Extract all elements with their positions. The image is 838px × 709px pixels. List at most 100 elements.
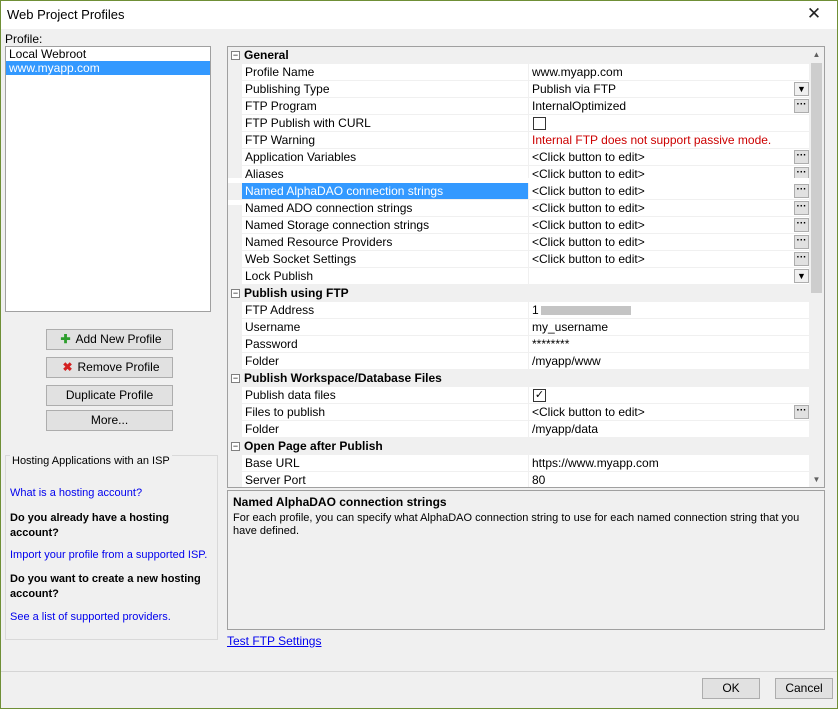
more-button[interactable]: More... [46,410,173,431]
description-title: Named AlphaDAO connection strings [233,495,447,509]
grid-row-data-files[interactable]: Publish data files ✓ [228,387,810,404]
value-text: <Click button to edit> [532,201,645,215]
scroll-thumb[interactable] [811,63,822,293]
value-text: <Click button to edit> [532,150,645,164]
row-value[interactable]: /myapp/data [528,421,810,438]
grid-row-storage[interactable]: Named Storage connection strings <Click … [228,217,810,234]
row-value[interactable]: <Click button to edit> ··· [528,251,810,268]
grid-row-aliases[interactable]: Aliases <Click button to edit> ··· [228,166,810,183]
ellipsis-button[interactable]: ··· [794,184,809,198]
row-name: Profile Name [242,64,528,81]
ellipsis-button[interactable]: ··· [794,218,809,232]
row-value[interactable]: 1 [528,302,810,319]
row-value[interactable]: <Click button to edit> ··· [528,149,810,166]
warning-text: Internal FTP does not support passive mo… [528,132,810,149]
grid-row-resource[interactable]: Named Resource Providers <Click button t… [228,234,810,251]
description-panel: Named AlphaDAO connection strings For ea… [227,490,825,630]
ellipsis-button[interactable]: ··· [794,167,809,181]
profile-item-local[interactable]: Local Webroot [6,47,210,61]
add-profile-button[interactable]: ✚ Add New Profile [46,329,173,350]
row-value[interactable]: ******** [528,336,810,353]
row-name: FTP Warning [242,132,528,149]
grid-row-alphadao[interactable]: Named AlphaDAO connection strings <Click… [228,183,810,200]
chevron-down-icon[interactable]: ▼ [794,269,809,283]
row-value[interactable]: <Click button to edit> ··· [528,183,810,200]
row-value[interactable]: www.myapp.com [528,64,810,81]
cancel-button[interactable]: Cancel [775,678,833,699]
row-name: Files to publish [242,404,528,421]
grid-row-ftp-warning: FTP Warning Internal FTP does not suppor… [228,132,810,149]
profile-item-myapp[interactable]: www.myapp.com [6,61,210,75]
row-value[interactable]: my_username [528,319,810,336]
ellipsis-button[interactable]: ··· [794,252,809,266]
delete-x-icon: ✖ [62,360,73,374]
collapse-icon[interactable]: − [231,374,240,383]
ellipsis-button[interactable]: ··· [794,235,809,249]
grid-row-websocket[interactable]: Web Socket Settings <Click button to edi… [228,251,810,268]
supported-providers-link[interactable]: See a list of supported providers. [10,611,171,623]
row-value[interactable]: <Click button to edit> ··· [528,217,810,234]
what-is-hosting-link[interactable]: What is a hosting account? [10,487,142,499]
grid-row-publishing-type[interactable]: Publishing Type Publish via FTP ▼ [228,81,810,98]
curl-checkbox[interactable] [533,117,546,130]
row-value-dropdown[interactable]: ▼ [528,268,810,285]
grid-row-password[interactable]: Password ******** [228,336,810,353]
ellipsis-button[interactable]: ··· [794,201,809,215]
row-value[interactable]: ✓ [528,387,810,404]
description-text: For each profile, you can specify what A… [233,512,800,537]
profile-label: Profile: [5,32,43,46]
duplicate-profile-button[interactable]: Duplicate Profile [46,385,173,406]
row-name: Lock Publish [242,268,528,285]
chevron-down-icon[interactable]: ▼ [794,82,809,96]
grid-row-ftp-curl[interactable]: FTP Publish with CURL [228,115,810,132]
ellipsis-button[interactable]: ··· [794,405,809,419]
row-value[interactable] [528,115,810,132]
ok-button[interactable]: OK [702,678,760,699]
value-text: <Click button to edit> [532,218,645,232]
row-value[interactable]: /myapp/www [528,353,810,370]
row-value[interactable]: <Click button to edit> ··· [528,166,810,183]
grid-row-lock-publish[interactable]: Lock Publish ▼ [228,268,810,285]
grid-row-server-port[interactable]: Server Port 80 [228,472,810,487]
ellipsis-button[interactable]: ··· [794,150,809,164]
grid-row-data-folder[interactable]: Folder /myapp/data [228,421,810,438]
test-ftp-link[interactable]: Test FTP Settings [227,634,321,648]
grid-row-ado[interactable]: Named ADO connection strings <Click butt… [228,200,810,217]
category-general[interactable]: − General [228,47,810,64]
grid-row-ftp-address[interactable]: FTP Address 1 [228,302,810,319]
row-name: FTP Address [242,302,528,319]
blurred-address [540,306,631,316]
grid-row-profile-name[interactable]: Profile Name www.myapp.com [228,64,810,81]
row-value[interactable]: <Click button to edit> ··· [528,234,810,251]
grid-row-app-vars[interactable]: Application Variables <Click button to e… [228,149,810,166]
grid-row-ftp-folder[interactable]: Folder /myapp/www [228,353,810,370]
scroll-down-icon[interactable]: ▼ [809,472,824,487]
collapse-icon[interactable]: − [231,442,240,451]
remove-profile-button[interactable]: ✖ Remove Profile [46,357,173,378]
grid-scrollbar[interactable]: ▲ ▼ [809,47,824,487]
category-ftp[interactable]: − Publish using FTP [228,285,810,302]
row-value[interactable]: InternalOptimized ··· [528,98,810,115]
grid-row-username[interactable]: Username my_username [228,319,810,336]
import-profile-link[interactable]: Import your profile from a supported ISP… [10,549,207,561]
row-name: Folder [242,353,528,370]
row-value[interactable]: https://www.myapp.com [528,455,810,472]
property-grid[interactable]: − General Profile Name www.myapp.com Pub… [227,46,825,488]
ellipsis-button[interactable]: ··· [794,99,809,113]
grid-row-files-to-publish[interactable]: Files to publish <Click button to edit> ·… [228,404,810,421]
category-open-page[interactable]: − Open Page after Publish [228,438,810,455]
row-value[interactable]: 80 [528,472,810,487]
row-value[interactable]: <Click button to edit> ··· [528,404,810,421]
row-value-dropdown[interactable]: Publish via FTP ▼ [528,81,810,98]
category-workspace[interactable]: − Publish Workspace/Database Files [228,370,810,387]
grid-row-base-url[interactable]: Base URL https://www.myapp.com [228,455,810,472]
scroll-up-icon[interactable]: ▲ [809,47,824,62]
profile-list[interactable]: Local Webroot www.myapp.com [5,46,211,312]
data-files-checkbox[interactable]: ✓ [533,389,546,402]
close-icon[interactable]: ✕ [797,3,831,25]
grid-row-ftp-program[interactable]: FTP Program InternalOptimized ··· [228,98,810,115]
row-value[interactable]: <Click button to edit> ··· [528,200,810,217]
row-name: Publish data files [242,387,528,404]
collapse-icon[interactable]: − [231,289,240,298]
collapse-icon[interactable]: − [231,51,240,60]
